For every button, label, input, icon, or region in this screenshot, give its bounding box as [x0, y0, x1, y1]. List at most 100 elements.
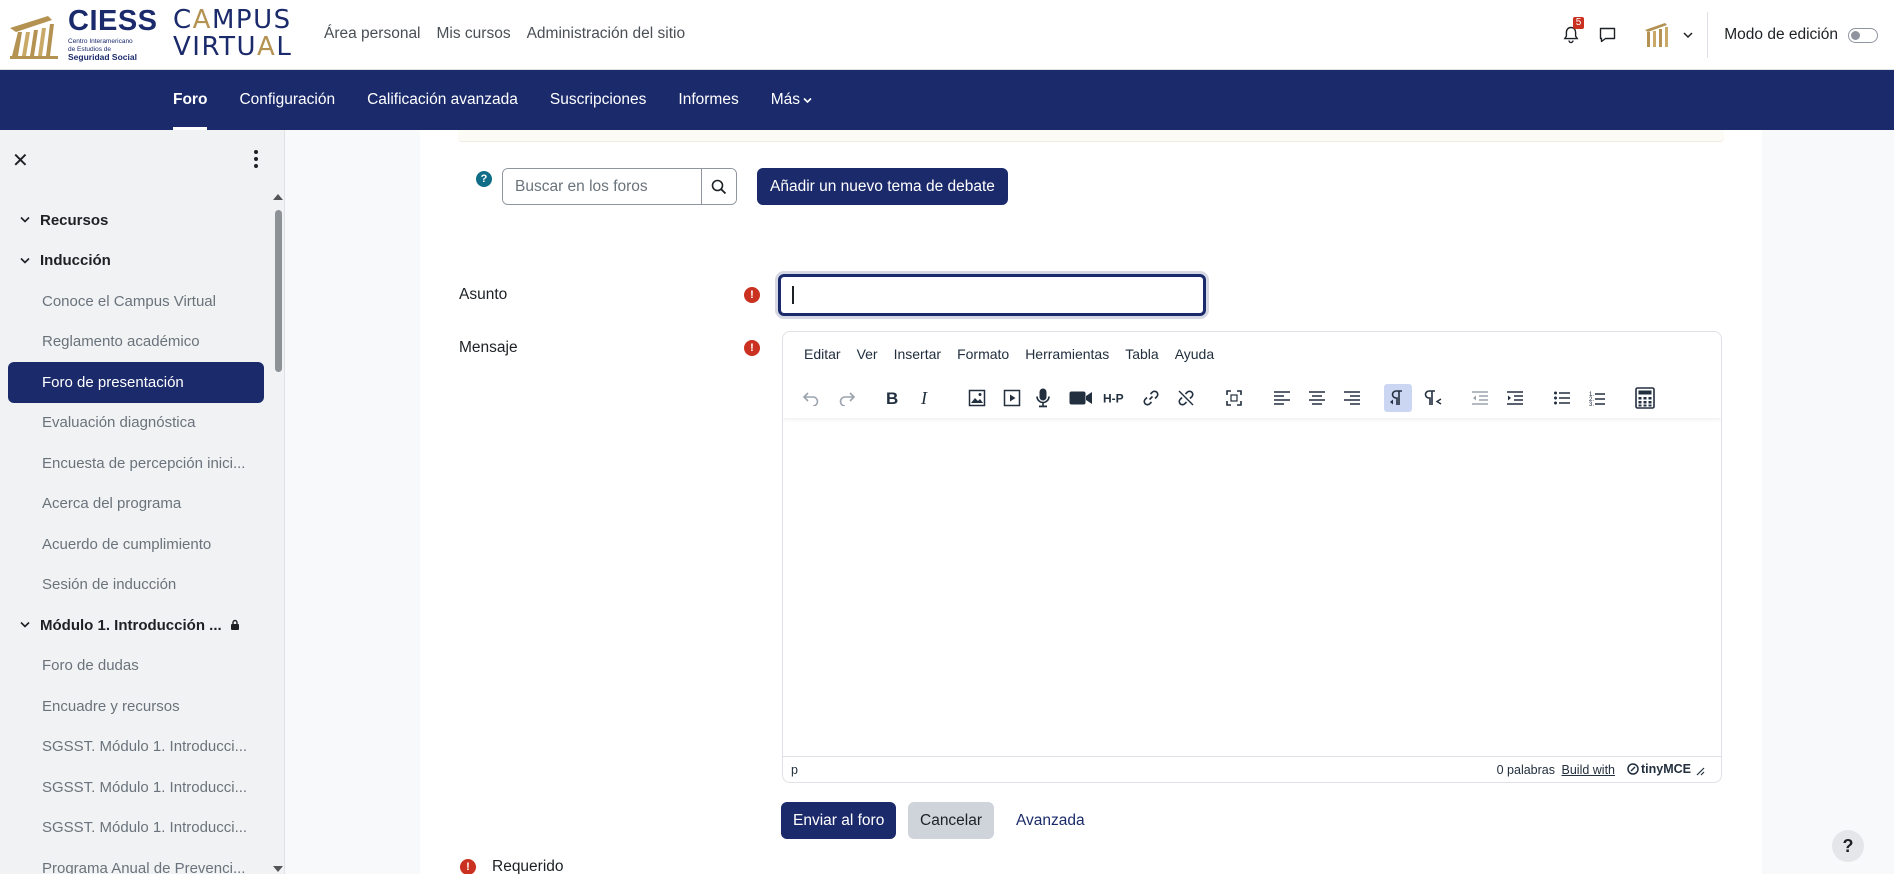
- index-item[interactable]: Encuesta de percepción inici...: [8, 443, 264, 484]
- menu-ayuda[interactable]: Ayuda: [1167, 346, 1222, 362]
- left-to-right-icon: [1390, 390, 1402, 405]
- subject-input[interactable]: [778, 274, 1206, 316]
- italic-button[interactable]: I: [912, 384, 940, 412]
- fullscreen-button[interactable]: [1220, 384, 1248, 412]
- help-icon[interactable]: ?: [476, 171, 492, 187]
- edit-mode-toggle[interactable]: [1848, 27, 1878, 43]
- link-icon: [1143, 390, 1159, 406]
- notifications-button[interactable]: 5: [1553, 17, 1589, 53]
- required-legend: ! Requerido: [460, 858, 564, 874]
- word-count[interactable]: 0 palabras: [1497, 763, 1555, 777]
- user-menu[interactable]: [1643, 21, 1693, 49]
- nav-area-personal[interactable]: Área personal: [324, 25, 421, 43]
- scroll-down-arrow[interactable]: [273, 866, 283, 872]
- numbered-list-button[interactable]: 1. 2. 3.: [1583, 384, 1611, 412]
- divider: [1707, 12, 1709, 58]
- add-discussion-button[interactable]: Añadir un nuevo tema de debate: [757, 168, 1008, 205]
- undo-button[interactable]: [797, 384, 825, 412]
- index-item[interactable]: Encuadre y recursos: [8, 686, 264, 727]
- index-item[interactable]: Foro de dudas: [8, 646, 264, 687]
- index-item-active[interactable]: Foro de presentación: [8, 362, 264, 403]
- tab-mas-label: Más: [770, 91, 800, 108]
- media-button[interactable]: [998, 384, 1026, 412]
- record-video-button[interactable]: [1067, 384, 1095, 412]
- help-button[interactable]: ?: [1832, 830, 1864, 862]
- index-item[interactable]: Programa Anual de Prevenci...: [8, 848, 264, 874]
- submit-post-button[interactable]: Enviar al foro: [781, 802, 897, 839]
- search-input[interactable]: [503, 169, 701, 204]
- element-path[interactable]: p: [791, 763, 798, 777]
- tab-calificacion-avanzada[interactable]: Calificación avanzada: [351, 70, 534, 130]
- cancel-button[interactable]: Cancelar: [908, 802, 995, 839]
- scroll-up-arrow[interactable]: [273, 194, 283, 200]
- svg-text:H-P: H-P: [1103, 392, 1124, 406]
- ciess-name: CIESS: [68, 5, 158, 38]
- h5p-icon: H-P: [1103, 392, 1124, 406]
- link-button[interactable]: [1137, 384, 1165, 412]
- resize-handle-icon[interactable]: [1695, 766, 1705, 776]
- outdent-icon: [1472, 391, 1488, 405]
- kebab-menu-icon[interactable]: [254, 150, 258, 171]
- align-left-button[interactable]: [1268, 384, 1296, 412]
- bullet-list-icon: [1554, 391, 1570, 405]
- record-audio-button[interactable]: [1029, 384, 1057, 412]
- ciess-logo[interactable]: CIESS Centro Interamericano de Estudios …: [8, 7, 157, 62]
- index-item[interactable]: SGSST. Módulo 1. Introducci...: [8, 727, 264, 768]
- drawer-scrollbar[interactable]: [275, 210, 282, 372]
- close-drawer-icon[interactable]: ✕: [12, 148, 29, 173]
- index-item[interactable]: Reglamento académico: [8, 322, 264, 363]
- indent-button[interactable]: [1501, 384, 1529, 412]
- tab-informes[interactable]: Informes: [662, 70, 754, 130]
- bold-button[interactable]: B: [878, 384, 906, 412]
- campus-logo-line1: CAMPUS: [173, 5, 292, 35]
- chevron-down-icon: [20, 619, 30, 631]
- editor-menubar: Editar Ver Insertar Formato Herramientas…: [783, 332, 1721, 376]
- tab-foro[interactable]: Foro: [173, 70, 223, 130]
- outdent-button[interactable]: [1466, 384, 1494, 412]
- tab-mas[interactable]: Más: [755, 70, 828, 130]
- section-modulo-1[interactable]: Módulo 1. Introducción ...: [8, 605, 264, 646]
- index-item[interactable]: SGSST. Módulo 1. Introducci...: [8, 808, 264, 849]
- advanced-link[interactable]: Avanzada: [1016, 812, 1085, 830]
- messages-button[interactable]: [1589, 17, 1625, 53]
- unlink-button[interactable]: [1172, 384, 1200, 412]
- align-right-button[interactable]: [1338, 384, 1366, 412]
- chevron-down-icon: [20, 255, 30, 267]
- section-induccion[interactable]: Inducción: [8, 241, 264, 282]
- campus-virtual-logo[interactable]: CAMPUS VIRTUAL: [173, 7, 292, 61]
- menu-herramientas[interactable]: Herramientas: [1017, 346, 1117, 362]
- index-item[interactable]: SGSST. Módulo 1. Introducci...: [8, 767, 264, 808]
- rtl-button[interactable]: [1419, 384, 1447, 412]
- tinymce-logo[interactable]: tinyMCE: [1627, 762, 1705, 776]
- index-item[interactable]: Conoce el Campus Virtual: [8, 281, 264, 322]
- menu-insertar[interactable]: Insertar: [886, 346, 949, 362]
- menu-editar[interactable]: Editar: [796, 346, 849, 362]
- build-with-link[interactable]: Build with: [1562, 763, 1616, 777]
- menu-tabla[interactable]: Tabla: [1117, 346, 1166, 362]
- equation-editor-button[interactable]: [1631, 384, 1659, 412]
- menu-formato[interactable]: Formato: [949, 346, 1017, 362]
- index-item[interactable]: Evaluación diagnóstica: [8, 403, 264, 444]
- index-item[interactable]: Acerca del programa: [8, 484, 264, 525]
- tab-configuracion[interactable]: Configuración: [223, 70, 351, 130]
- bullet-list-button[interactable]: [1548, 384, 1576, 412]
- image-button[interactable]: [963, 384, 991, 412]
- edit-mode-control[interactable]: Modo de edición: [1724, 26, 1878, 44]
- h5p-button[interactable]: H-P: [1102, 384, 1130, 412]
- nav-mis-cursos[interactable]: Mis cursos: [437, 25, 511, 43]
- section-recursos[interactable]: Recursos: [8, 200, 264, 241]
- editor-content-area[interactable]: [783, 420, 1721, 756]
- editor-statusbar: p 0 palabras Build with tinyMCE: [783, 756, 1721, 782]
- index-item[interactable]: Sesión de inducción: [8, 565, 264, 606]
- align-center-button[interactable]: [1303, 384, 1331, 412]
- fullscreen-icon: [1226, 390, 1242, 406]
- redo-button[interactable]: [833, 384, 861, 412]
- tab-suscripciones[interactable]: Suscripciones: [534, 70, 663, 130]
- nav-administracion[interactable]: Administración del sitio: [527, 25, 686, 43]
- edit-mode-label: Modo de edición: [1724, 26, 1838, 43]
- search-icon: [711, 179, 727, 194]
- menu-ver[interactable]: Ver: [849, 346, 886, 362]
- ltr-button[interactable]: [1384, 384, 1412, 412]
- index-item[interactable]: Acuerdo de cumplimiento: [8, 524, 264, 565]
- search-button[interactable]: [701, 169, 736, 204]
